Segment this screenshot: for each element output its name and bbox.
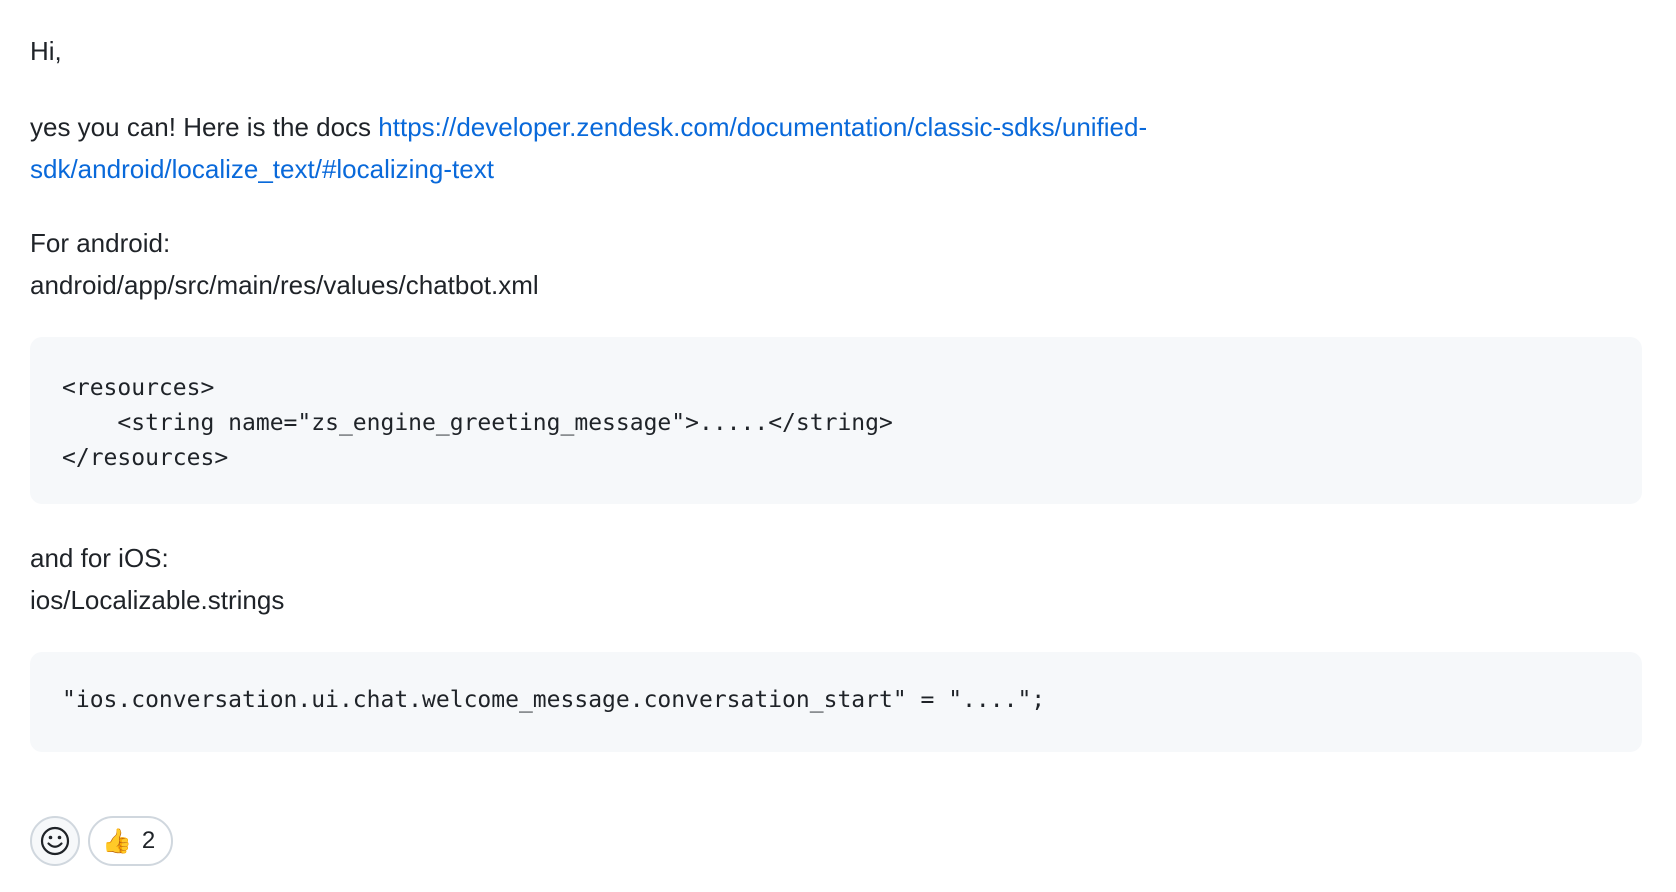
add-reaction-button[interactable] bbox=[30, 816, 80, 866]
reactions-bar: 👍 2 bbox=[30, 816, 174, 866]
docs-paragraph: yes you can! Here is the docs https://de… bbox=[30, 106, 1350, 190]
android-file-path: android/app/src/main/res/values/chatbot.… bbox=[30, 270, 539, 300]
ios-section-text: and for iOS: ios/Localizable.strings bbox=[30, 537, 284, 621]
android-heading: For android: bbox=[30, 228, 171, 258]
android-section-text: For android: android/app/src/main/res/va… bbox=[30, 222, 539, 306]
reaction-count: 2 bbox=[141, 827, 156, 854]
android-code: <resources> <string name="zs_engine_gree… bbox=[62, 375, 893, 471]
thumbs-up-reaction-button[interactable]: 👍 2 bbox=[88, 816, 174, 866]
thumbs-up-icon: 👍 bbox=[102, 827, 132, 855]
ios-code-block: "ios.conversation.ui.chat.welcome_messag… bbox=[30, 652, 1642, 752]
ios-file-path: ios/Localizable.strings bbox=[30, 585, 285, 615]
smiley-icon bbox=[40, 826, 70, 856]
android-code-block: <resources> <string name="zs_engine_gree… bbox=[30, 337, 1642, 504]
ios-code: "ios.conversation.ui.chat.welcome_messag… bbox=[62, 687, 1046, 713]
ios-heading: and for iOS: bbox=[30, 543, 169, 573]
greeting-text: Hi, bbox=[30, 36, 62, 66]
intro-text: yes you can! Here is the docs bbox=[30, 112, 379, 142]
